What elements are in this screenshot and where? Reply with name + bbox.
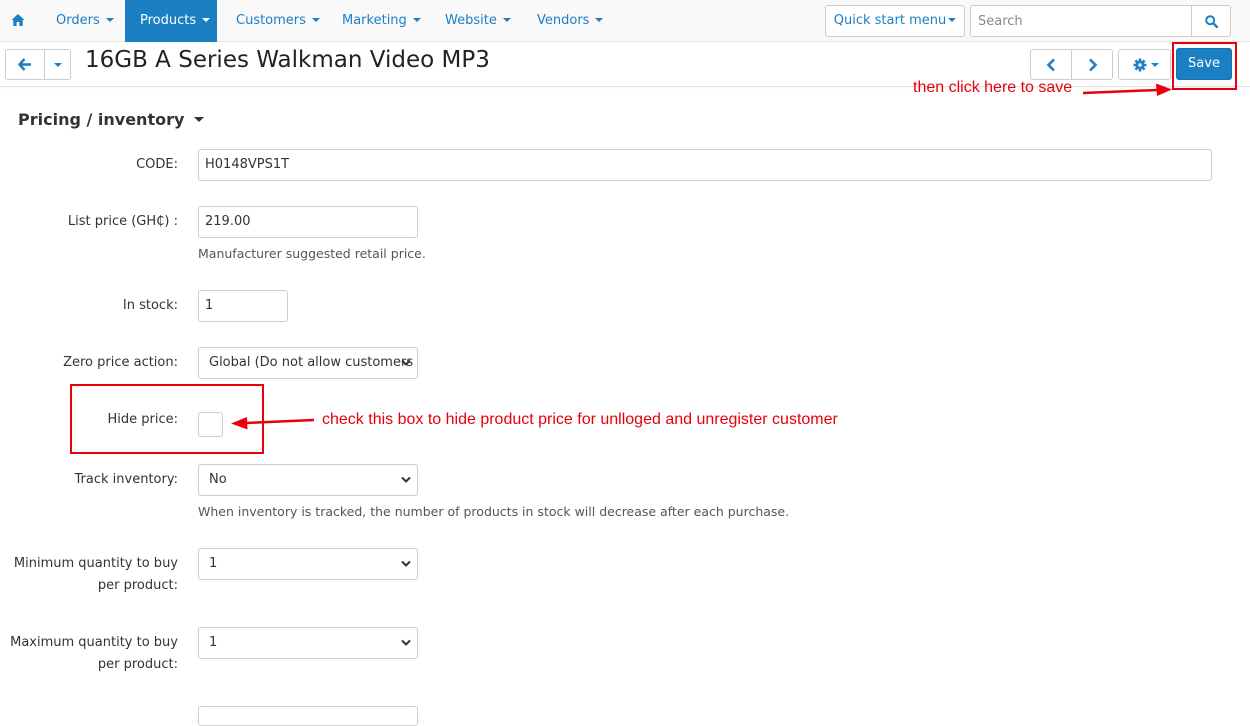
min-qty-select[interactable]: 1	[198, 548, 418, 580]
nav-vendors-label: Vendors	[537, 13, 590, 28]
quick-start-menu-button[interactable]: Quick start menu	[825, 5, 965, 37]
arrow-left-icon	[18, 58, 31, 71]
zero-price-action-value: Global (Do not allow customers	[209, 355, 414, 370]
back-dropdown-button[interactable]	[44, 49, 71, 80]
home-icon[interactable]	[11, 13, 25, 27]
search-icon	[1205, 15, 1218, 28]
caret-down-icon	[311, 17, 320, 22]
caret-down-icon	[948, 17, 957, 22]
previous-product-button[interactable]	[1030, 49, 1072, 80]
nav-website-label: Website	[445, 13, 497, 28]
zero-price-action-select[interactable]: Global (Do not allow customers	[198, 347, 418, 379]
max-qty-label: Maximum quantity to buy per product:	[10, 635, 178, 672]
track-inventory-hint: When inventory is tracked, the number of…	[198, 504, 790, 519]
quick-start-label: Quick start menu	[833, 13, 947, 28]
save-highlight-box	[1172, 42, 1237, 90]
min-qty-value: 1	[209, 556, 218, 571]
nav-marketing[interactable]: Marketing	[342, 0, 421, 42]
save-annotation-text: then click here to save	[913, 79, 1073, 96]
annotation-arrows	[231, 83, 1172, 430]
next-field-select[interactable]	[198, 706, 418, 726]
caret-down-icon	[105, 17, 114, 22]
hide-price-highlight-box	[70, 384, 264, 454]
checkbox-annotation-text: check this box to hide product price for…	[322, 411, 838, 428]
nav-vendors[interactable]: Vendors	[537, 0, 604, 42]
chevron-right-icon	[1089, 58, 1098, 72]
caret-down-icon	[54, 63, 62, 67]
caret-down-icon	[194, 117, 205, 122]
min-qty-label: Minimum quantity to buy per product:	[13, 556, 178, 593]
caret-down-icon	[502, 17, 511, 22]
nav-customers-label: Customers	[236, 13, 306, 28]
code-label: CODE:	[136, 157, 178, 172]
page-title: 16GB A Series Walkman Video MP3	[85, 47, 490, 73]
nav-website[interactable]: Website	[445, 0, 511, 42]
max-qty-value: 1	[209, 635, 218, 650]
caret-down-icon	[202, 17, 211, 22]
list-price-label: List price (GH₵) :	[67, 214, 178, 229]
caret-down-icon	[595, 17, 604, 22]
back-button[interactable]	[5, 49, 45, 80]
settings-dropdown-button[interactable]	[1118, 49, 1171, 80]
chevron-down-icon	[401, 476, 411, 483]
section-title[interactable]: Pricing / inventory	[18, 110, 205, 129]
next-product-button[interactable]	[1071, 49, 1113, 80]
code-input[interactable]: H0148VPS1T	[198, 149, 1212, 181]
track-inventory-label: Track inventory:	[74, 472, 178, 487]
top-navigation: Orders Products Customers Marketing Webs…	[0, 0, 1250, 42]
gear-icon	[1133, 58, 1147, 72]
track-inventory-value: No	[209, 472, 227, 487]
caret-down-icon	[1151, 63, 1159, 67]
chevron-down-icon	[401, 359, 411, 366]
nav-marketing-label: Marketing	[342, 13, 407, 28]
list-price-hint: Manufacturer suggested retail price.	[198, 246, 426, 261]
zero-price-action-label: Zero price action:	[63, 355, 178, 370]
in-stock-input[interactable]: 1	[198, 290, 288, 322]
search-input[interactable]	[970, 5, 1192, 37]
chevron-down-icon	[401, 639, 411, 646]
section-title-label: Pricing / inventory	[18, 110, 185, 129]
nav-products-label: Products	[140, 13, 197, 28]
track-inventory-select[interactable]: No	[198, 464, 418, 496]
caret-down-icon	[412, 17, 421, 22]
in-stock-label: In stock:	[122, 298, 178, 313]
nav-customers[interactable]: Customers	[236, 0, 320, 42]
search-button[interactable]	[1191, 5, 1231, 37]
nav-products[interactable]: Products	[125, 0, 217, 42]
max-qty-select[interactable]: 1	[198, 627, 418, 659]
chevron-down-icon	[401, 560, 411, 567]
chevron-left-icon	[1046, 58, 1055, 72]
nav-orders[interactable]: Orders	[56, 0, 114, 42]
nav-orders-label: Orders	[56, 13, 100, 28]
list-price-input[interactable]: 219.00	[198, 206, 418, 238]
